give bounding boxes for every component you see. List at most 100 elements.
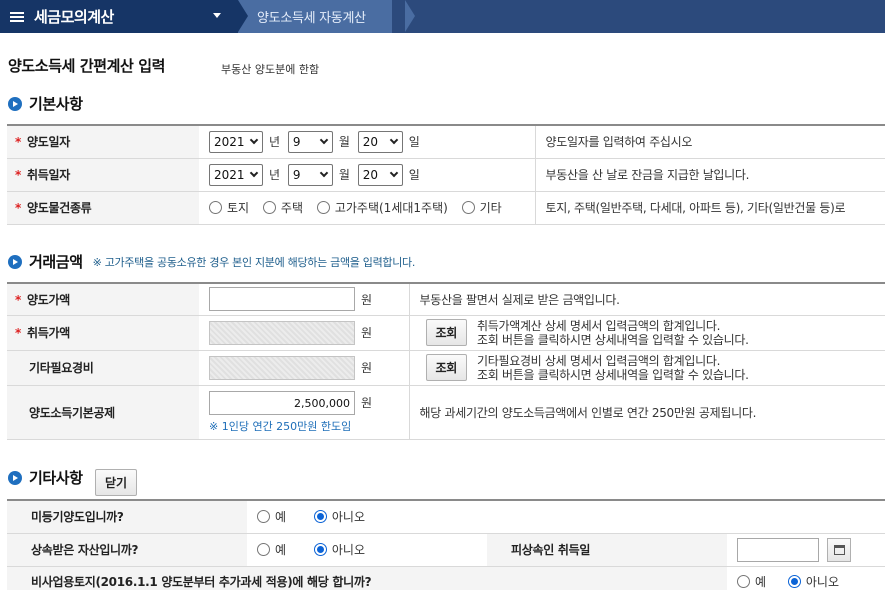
year-unit: 년	[269, 135, 281, 150]
radio-other[interactable]: 기타	[461, 199, 502, 216]
tax-menu-dropdown[interactable]: 세금모의계산	[0, 0, 238, 33]
transfer-price-input-cell: 원	[199, 282, 410, 316]
radio-inherited-yes[interactable]: 예	[257, 541, 286, 558]
page-subtitle: 부동산 양도분에 한함	[221, 63, 320, 76]
other-expense-label: 기타필요경비	[29, 361, 94, 375]
decedent-acq-date-input[interactable]	[737, 537, 819, 562]
section-basic-header: 기본사항	[8, 93, 83, 114]
radio-button-icon[interactable]	[209, 201, 222, 214]
won-unit: 원	[361, 326, 373, 340]
transfer-date-desc: 양도일자를 입력하여 주십시오	[535, 124, 885, 159]
unregistered-label: 미등기양도입니까?	[7, 499, 247, 534]
breadcrumb-separator	[238, 0, 248, 32]
row-basic-deduction: 양도소득기본공제 2,500,000 원 ※ 1인당 연간 250만원 한도임 해…	[7, 385, 885, 440]
radio-button-icon[interactable]	[262, 201, 276, 214]
transfer-year-select[interactable]: 2021	[209, 130, 263, 153]
section-title: 거래금액	[29, 253, 83, 271]
row-transfer-price: * 양도가액 원 부동산을 팔면서 실제로 받은 금액입니다.	[7, 282, 885, 316]
label-cell: * 취득가액	[7, 315, 199, 351]
required-mark: *	[15, 326, 21, 340]
transfer-price-input[interactable]	[209, 287, 355, 312]
other-expense-lookup-button[interactable]: 조회	[425, 354, 467, 381]
basic-deduction-input-cell: 2,500,000 원 ※ 1인당 연간 250만원 한도임	[199, 385, 410, 440]
label-cell: 기타필요경비	[7, 350, 199, 386]
acquire-price-label: 취득가액	[26, 326, 70, 340]
radio-inherited-no[interactable]: 아니오	[313, 541, 365, 558]
hamburger-icon[interactable]	[10, 10, 24, 24]
label-filler	[487, 566, 727, 590]
transfer-date-inputs: 2021 년 9월 20 일	[199, 124, 536, 159]
label-cell: * 양도일자	[7, 124, 199, 159]
won-unit: 원	[361, 396, 373, 410]
required-mark: *	[15, 292, 21, 307]
other-expense-desc2: 조회 버튼을 클릭하시면 상세내역을 입력할 수 있습니다.	[476, 367, 749, 382]
radio-button-icon[interactable]	[737, 574, 750, 588]
property-type-radios: 토지 주택 고가주택(1세대1주택) 기타	[199, 191, 536, 225]
acquire-month-select[interactable]: 9	[287, 163, 333, 186]
calendar-icon[interactable]	[827, 537, 851, 562]
non-business-land-label: 비사업용토지(2016.1.1 양도분부터 추가과세 적용)에 해당 합니까?	[7, 566, 487, 590]
acquire-date-desc: 부동산을 산 날로 잔금을 지급한 날입니다.	[535, 158, 885, 192]
radio-nonbiz-yes[interactable]: 예	[737, 573, 766, 590]
acquire-date-inputs: 2021 년 9월 20 일	[199, 158, 536, 192]
amount-table: * 양도가액 원 부동산을 팔면서 실제로 받은 금액입니다. * 취득가액 원 조…	[7, 282, 885, 440]
page-title: 양도소득세 간편계산 입력	[8, 57, 166, 75]
chevron-down-icon	[319, 135, 329, 144]
row-acquire-date: * 취득일자 2021 년 9월 20 일 부동산을 산 날로 잔금을 지급한 날입니…	[7, 158, 885, 192]
transfer-date-label: 양도일자	[26, 135, 70, 150]
non-business-land-radios: 예 아니오	[727, 566, 885, 590]
radio-button-icon[interactable]	[257, 543, 270, 556]
radio-button-icon[interactable]	[313, 510, 327, 524]
acquire-price-input-cell: 원	[199, 315, 410, 351]
radio-unregistered-no[interactable]: 아니오	[313, 508, 365, 525]
section-title: 기본사항	[29, 95, 83, 113]
chevron-down-icon	[319, 168, 329, 177]
radio-house[interactable]: 주택	[262, 199, 303, 216]
chevron-down-icon	[389, 135, 398, 144]
section-bullet-icon	[8, 254, 22, 269]
acquire-date-label: 취득일자	[26, 168, 70, 182]
chevron-down-icon	[389, 168, 398, 177]
label-cell: * 취득일자	[7, 158, 199, 192]
section-other-header: 기타사항	[8, 467, 83, 488]
radio-button-icon[interactable]	[316, 201, 330, 214]
radio-nonbiz-no[interactable]: 아니오	[787, 573, 839, 590]
radio-button-icon[interactable]	[461, 201, 475, 214]
section-bullet-icon	[8, 96, 22, 111]
radio-unregistered-yes[interactable]: 예	[257, 508, 286, 525]
radio-button-icon[interactable]	[257, 510, 270, 524]
radio-button-icon[interactable]	[787, 574, 801, 588]
row-property-type: * 양도물건종류 토지 주택 고가주택(1세대1주택) 기타 토지, 주택(일반주…	[7, 191, 885, 225]
basic-deduction-label: 양도소득기본공제	[29, 405, 115, 420]
row-other-expense: 기타필요경비 원 조회 기타필요경비 상세 명세서 입력금액의 합계입니다. 조…	[7, 350, 885, 386]
section-note: ※ 고가주택을 공동소유한 경우 본인 지분에 해당하는 금액을 입력합니다.	[92, 255, 416, 269]
label-cell: * 양도가액	[7, 282, 199, 316]
acquire-year-select[interactable]: 2021	[209, 163, 263, 186]
transfer-day-select[interactable]: 20	[357, 130, 403, 153]
top-nav-bar: 세금모의계산 양도소득세 자동계산	[0, 0, 885, 33]
acquire-price-desc1: 취득가액계산 상세 명세서 입력금액의 합계입니다.	[476, 318, 721, 333]
transfer-price-label: 양도가액	[26, 292, 70, 307]
month-unit: 월	[338, 168, 350, 182]
acquire-lookup-button[interactable]: 조회	[425, 319, 467, 346]
close-button[interactable]: 닫기	[95, 469, 138, 496]
acquire-day-select[interactable]: 20	[357, 163, 403, 186]
acquire-price-input	[209, 320, 355, 345]
acquire-price-desc2: 조회 버튼을 클릭하시면 상세내역을 입력할 수 있습니다.	[476, 332, 749, 347]
radio-luxury-house[interactable]: 고가주택(1세대1주택)	[316, 199, 448, 216]
other-info-table: 미등기양도입니까? 예 아니오 상속받은 자산입니까? 예 아니오 피상속인 취…	[7, 499, 885, 590]
caret-down-icon[interactable]	[213, 13, 221, 18]
basic-deduction-input[interactable]: 2,500,000	[209, 390, 355, 415]
acquire-price-desc-cell: 조회 취득가액계산 상세 명세서 입력금액의 합계입니다. 조회 버튼을 클릭하…	[409, 315, 885, 351]
transfer-month-select[interactable]: 9	[287, 130, 333, 153]
section-amount-header: 거래금액 ※ 고가주택을 공동소유한 경우 본인 지분에 해당하는 금액을 입력…	[8, 251, 415, 272]
transfer-price-desc: 부동산을 팔면서 실제로 받은 금액입니다.	[409, 282, 885, 316]
chevron-down-icon	[249, 168, 259, 177]
day-unit: 일	[408, 135, 420, 150]
section-bullet-icon	[8, 470, 22, 485]
property-type-label: 양도물건종류	[26, 201, 92, 215]
radio-land[interactable]: 토지	[209, 199, 249, 216]
breadcrumb[interactable]: 양도소득세 자동계산	[238, 0, 392, 33]
radio-button-icon[interactable]	[313, 543, 327, 556]
won-unit: 원	[361, 361, 373, 375]
